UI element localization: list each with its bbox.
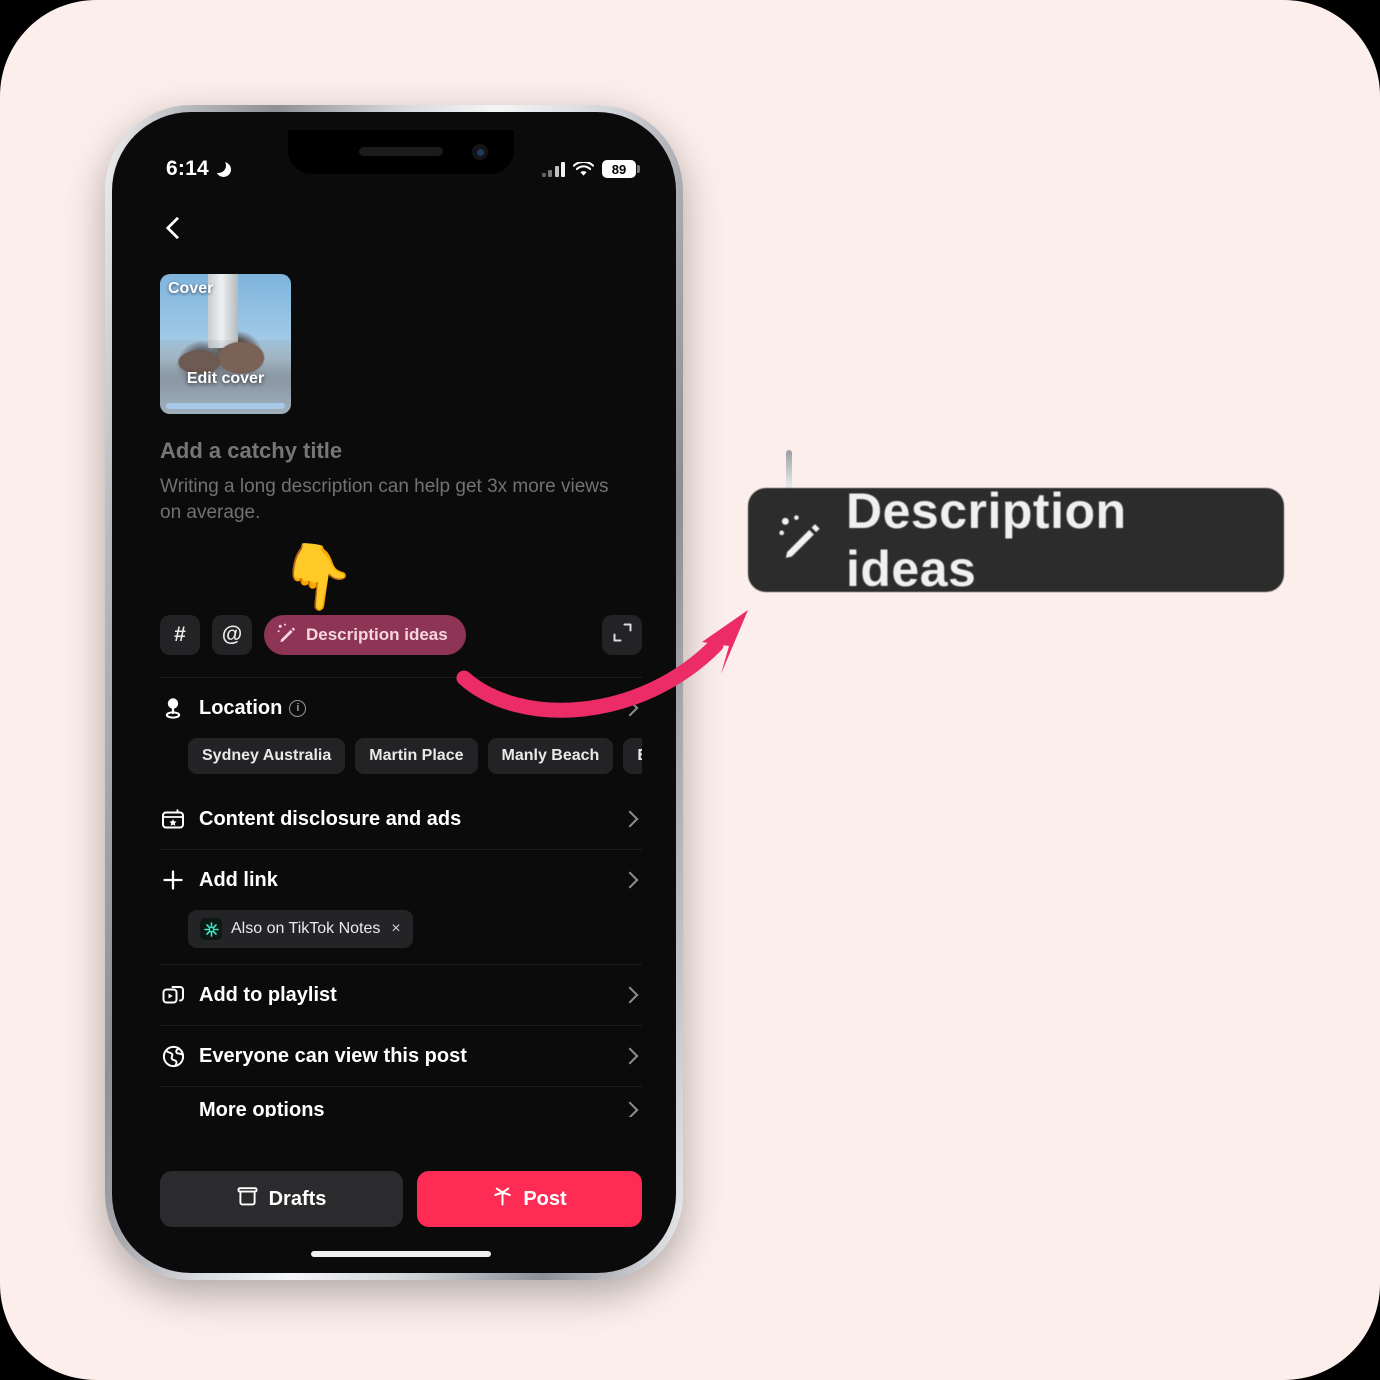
settings-row-more-options[interactable]: More options bbox=[160, 1087, 642, 1118]
tiktok-notes-icon bbox=[200, 918, 222, 941]
drafts-box-icon bbox=[237, 1186, 258, 1212]
home-indicator[interactable] bbox=[311, 1251, 491, 1257]
settings-row-label: Everyone can view this post bbox=[199, 1044, 467, 1067]
chevron-right-icon bbox=[621, 810, 639, 828]
cover-filmstrip bbox=[166, 403, 285, 409]
mention-button[interactable]: @ bbox=[212, 615, 252, 656]
drafts-label: Drafts bbox=[268, 1187, 327, 1210]
chevron-right-icon bbox=[621, 871, 639, 889]
post-sparkle-icon bbox=[492, 1186, 513, 1213]
settings-row-content-disclosure[interactable]: Content disclosure and ads bbox=[160, 789, 642, 849]
location-chip[interactable]: Sydney Australia bbox=[188, 738, 346, 775]
location-chip[interactable]: Bondi Bea bbox=[623, 738, 642, 775]
status-bar-left: 6:14 bbox=[166, 157, 231, 181]
back-button[interactable] bbox=[160, 216, 186, 242]
location-chip[interactable]: Manly Beach bbox=[487, 738, 614, 775]
settings-row-add-to-playlist[interactable]: Add to playlist bbox=[160, 965, 642, 1025]
chevron-right-icon bbox=[621, 986, 639, 1004]
playlist-icon bbox=[160, 982, 186, 1008]
description-ideas-label: Description ideas bbox=[306, 625, 448, 645]
settings-row-label: Content disclosure and ads bbox=[199, 807, 462, 830]
wifi-icon bbox=[572, 160, 595, 177]
callout-label: Description ideas bbox=[846, 483, 1127, 597]
magic-wand-pencil-icon bbox=[277, 623, 297, 648]
post-button[interactable]: Post bbox=[417, 1171, 642, 1227]
location-pin-icon bbox=[160, 695, 186, 721]
hashtag-button[interactable]: # bbox=[160, 615, 200, 656]
page-canvas: 6:14 89 Cover Edit cover Add a catchy ti… bbox=[0, 0, 1380, 1380]
globe-icon bbox=[160, 1043, 186, 1069]
settings-list: Location i Sydney Australia Martin Place… bbox=[160, 677, 642, 1118]
cover-thumbnail[interactable]: Cover Edit cover bbox=[160, 274, 291, 414]
drafts-button[interactable]: Drafts bbox=[160, 1171, 403, 1227]
cellular-signal-icon bbox=[541, 161, 565, 177]
annotation-arrow bbox=[456, 610, 748, 718]
location-chip-list: Sydney Australia Martin Place Manly Beac… bbox=[160, 738, 642, 789]
settings-row-add-link[interactable]: Add link bbox=[160, 850, 642, 910]
status-bar: 6:14 89 bbox=[130, 130, 672, 196]
status-bar-right: 89 bbox=[541, 160, 640, 178]
settings-row-label: More options bbox=[199, 1098, 325, 1118]
description-hint-text: Writing a long description can help get … bbox=[160, 476, 609, 523]
edit-cover-button[interactable]: Edit cover bbox=[160, 370, 291, 388]
cover-label: Cover bbox=[168, 280, 214, 297]
status-time: 6:14 bbox=[166, 157, 209, 180]
content-disclosure-icon bbox=[160, 806, 186, 832]
settings-row-privacy[interactable]: Everyone can view this post bbox=[160, 1026, 642, 1086]
info-icon[interactable]: i bbox=[289, 699, 307, 717]
chevron-right-icon bbox=[621, 1101, 639, 1118]
post-label: Post bbox=[523, 1187, 567, 1210]
plus-icon bbox=[160, 867, 186, 893]
pointing-down-emoji: 👇 bbox=[273, 538, 360, 618]
battery-indicator: 89 bbox=[602, 160, 640, 178]
tiktok-notes-chip[interactable]: Also on TikTok Notes × bbox=[188, 910, 413, 949]
location-chip[interactable]: Martin Place bbox=[355, 738, 478, 775]
magic-wand-pencil-icon bbox=[778, 514, 824, 567]
title-input-placeholder[interactable]: Add a catchy title bbox=[160, 438, 642, 464]
description-ideas-callout: Description ideas bbox=[748, 483, 1284, 597]
crescent-moon-icon bbox=[215, 161, 231, 177]
tiktok-notes-label: Also on TikTok Notes bbox=[231, 920, 381, 938]
chevron-right-icon bbox=[621, 1047, 639, 1065]
settings-row-label: Add link bbox=[199, 868, 278, 891]
close-icon[interactable]: × bbox=[391, 920, 400, 938]
settings-row-label: Add to playlist bbox=[199, 983, 337, 1006]
notes-chip-row: Also on TikTok Notes × bbox=[160, 910, 642, 964]
